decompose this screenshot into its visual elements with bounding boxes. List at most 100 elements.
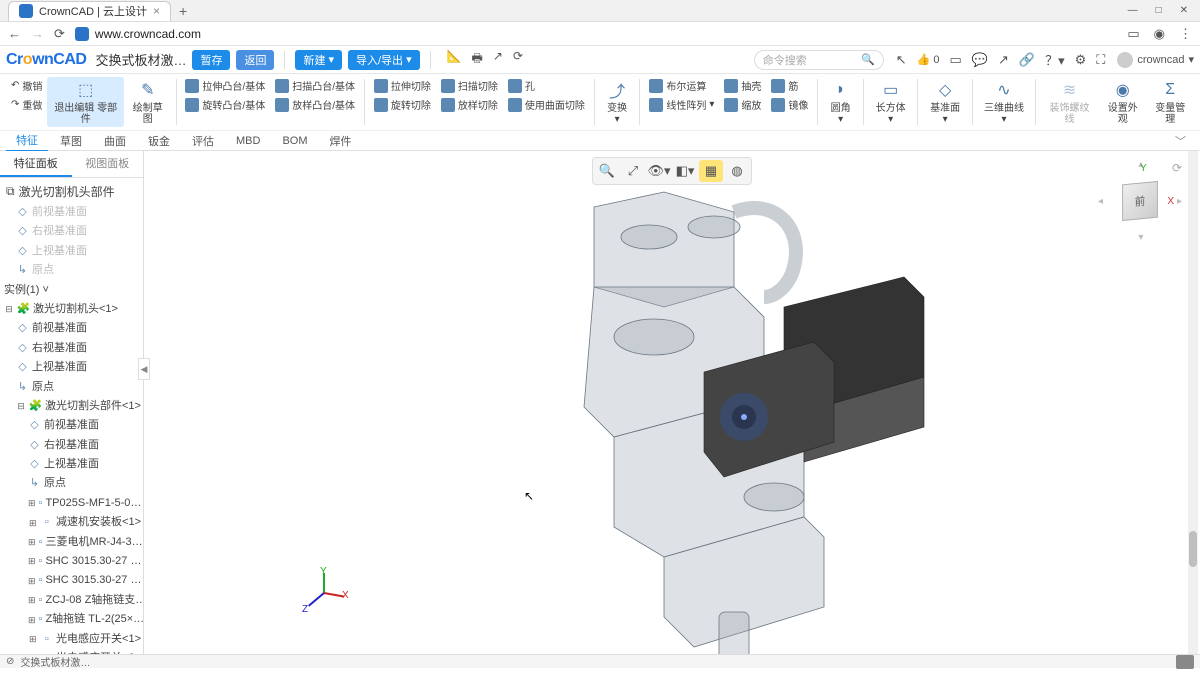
reload-icon[interactable]: ⟳: [54, 26, 65, 42]
tree-item[interactable]: ↳原点: [2, 474, 143, 493]
cube-arrow-right-icon[interactable]: ▸: [1177, 196, 1182, 207]
measure-quick-icon[interactable]: 📐: [447, 49, 462, 70]
sync-icon[interactable]: ⟳: [513, 49, 523, 70]
tab-sheetmetal[interactable]: 钣金: [138, 131, 180, 151]
fullscreen-icon[interactable]: ⛶: [1096, 52, 1105, 68]
tree-item[interactable]: ◇右视基准面: [2, 339, 143, 358]
sweep-boss-button[interactable]: 扫描凸台/基体: [273, 77, 357, 94]
link-icon[interactable]: 🔗: [1019, 52, 1035, 68]
transform-button[interactable]: ⤴ 变换 ▾: [599, 77, 636, 127]
tab-sketch[interactable]: 草图: [50, 131, 92, 151]
tab-evaluate[interactable]: 评估: [182, 131, 224, 151]
sweep-cut-button[interactable]: 扫描切除: [439, 77, 500, 94]
tree-item[interactable]: ◇右视基准面: [2, 436, 143, 455]
url-box[interactable]: www.crowncad.com: [75, 27, 201, 41]
tree-item[interactable]: ⊞▫SHC 3015.30-27 …: [2, 571, 143, 590]
nav-back-icon[interactable]: ←: [8, 26, 21, 41]
tree-item[interactable]: ⊞▫Z轴拖链 TL-2(25×…: [2, 610, 143, 629]
revolve-boss-button[interactable]: 旋转凸台/基体: [183, 96, 267, 113]
variable-manager-button[interactable]: Σ变量管理: [1147, 77, 1195, 127]
extension-icon[interactable]: ▭: [1127, 26, 1139, 42]
mirror-button[interactable]: 镜像: [769, 96, 810, 113]
tab-bom[interactable]: BOM: [272, 133, 317, 149]
tree-item[interactable]: ◇右视基准面: [2, 222, 143, 241]
tree-item-head[interactable]: ⊟🧩激光切割机头<1>: [2, 300, 143, 319]
collab-icon[interactable]: [1176, 655, 1194, 669]
tree-item[interactable]: ⊞▫三菱电机MR-J4-3…: [2, 533, 143, 552]
tree-item[interactable]: ⊞▫减速机安装板<1>: [2, 513, 143, 532]
command-search-input[interactable]: 命令搜索 🔍: [754, 50, 884, 70]
tab-surface[interactable]: 曲面: [94, 131, 136, 151]
browser-tab[interactable]: CrownCAD | 云上设计 ×: [8, 1, 171, 21]
loft-boss-button[interactable]: 放样凸台/基体: [273, 96, 357, 113]
revolve-cut-button[interactable]: 旋转切除: [372, 96, 433, 113]
hole-button[interactable]: 孔: [506, 77, 587, 94]
fillet-button[interactable]: ◗圆角 ▾: [822, 77, 859, 127]
share-icon[interactable]: ↗: [998, 52, 1009, 68]
likes-counter[interactable]: 👍 0: [917, 53, 940, 66]
profile-icon[interactable]: ◉: [1154, 26, 1165, 42]
settings-icon[interactable]: ⚙: [1075, 52, 1087, 68]
collapse-panel-button[interactable]: ◀: [138, 358, 150, 380]
appearance-button[interactable]: ◉设置外观: [1099, 77, 1147, 127]
tree-item[interactable]: ◇前视基准面: [2, 203, 143, 222]
tree-item[interactable]: ◇上视基准面: [2, 358, 143, 377]
user-menu[interactable]: crowncad ▾: [1117, 52, 1194, 68]
panel-tab-view[interactable]: 视图面板: [72, 151, 144, 177]
canvas-3d-viewport[interactable]: 🔍 ⤢ 👁▾ ◧▾ ▦ ◍: [144, 151, 1200, 654]
tree-item[interactable]: ↳原点: [2, 378, 143, 397]
datum-plane-button[interactable]: ◇基准面 ▾: [922, 77, 968, 127]
draw-sketch-button[interactable]: ✎ 绘制草图: [124, 77, 172, 127]
menu-icon[interactable]: ⋮: [1179, 26, 1192, 42]
bookmark-icon[interactable]: ▭: [950, 52, 962, 68]
boolean-button[interactable]: 布尔运算: [647, 77, 716, 94]
vertical-scrollbar[interactable]: [1188, 151, 1198, 654]
cuboid-button[interactable]: ▭长方体 ▾: [868, 77, 914, 127]
new-tab-button[interactable]: +: [179, 3, 187, 19]
exit-edit-part-button[interactable]: ⬚ 退出编辑 零部件: [47, 77, 124, 127]
undo-button[interactable]: ↶撤销: [9, 77, 44, 94]
home-view-icon[interactable]: ⟳: [1172, 161, 1182, 175]
surface-cut-button[interactable]: 使用曲面切除: [506, 96, 587, 113]
tab-weldment[interactable]: 焊件: [320, 131, 362, 151]
panel-tab-feature[interactable]: 特征面板: [0, 151, 72, 177]
save-button[interactable]: 暂存: [192, 50, 230, 70]
tab-feature[interactable]: 特征: [6, 130, 48, 152]
tree-item[interactable]: ⊞▫TP025S-MF1-5-0…: [2, 494, 143, 513]
tree-group-instances[interactable]: 实例(1) ˅: [2, 281, 143, 300]
cube-arrow-down-icon[interactable]: ▾: [1138, 232, 1143, 243]
pointer-tool-icon[interactable]: ↖: [896, 52, 907, 68]
curve-3d-button[interactable]: ∿三维曲线 ▾: [977, 77, 1031, 127]
help-icon[interactable]: ？▾: [1045, 50, 1065, 69]
collapse-toggle-icon[interactable]: ⊟: [4, 303, 14, 316]
tree-item[interactable]: ◇前视基准面: [2, 416, 143, 435]
scrollbar-thumb[interactable]: [1189, 531, 1197, 567]
redo-button[interactable]: ↷重做: [9, 96, 44, 113]
collapse-ribbon-icon[interactable]: ﹀: [1175, 133, 1186, 149]
new-menu[interactable]: 新建▾: [295, 50, 342, 70]
close-icon[interactable]: ×: [153, 4, 160, 18]
tree-root[interactable]: ⧉激光切割机头部件: [2, 180, 143, 203]
tab-mbd[interactable]: MBD: [226, 133, 270, 149]
back-button[interactable]: 返回: [236, 50, 274, 70]
tree-item[interactable]: ↳原点: [2, 261, 143, 280]
cube-arrow-left-icon[interactable]: ◂: [1098, 196, 1103, 207]
tree-item[interactable]: ⊞▫ZCJ-08 Z轴拖链支…: [2, 591, 143, 610]
linear-pattern-button[interactable]: 线性阵列 ▾: [647, 96, 716, 113]
extrude-boss-button[interactable]: 拉伸凸台/基体: [183, 77, 267, 94]
close-window-button[interactable]: ✕: [1180, 5, 1188, 16]
shell-button[interactable]: 抽壳: [722, 77, 763, 94]
print-icon[interactable]: 🖶: [472, 49, 483, 70]
chat-icon[interactable]: 💬: [972, 52, 988, 68]
view-cube[interactable]: ⟳ ▴ ▾ ◂ ▸ Y X Z 前: [1100, 161, 1180, 241]
maximize-button[interactable]: □: [1156, 5, 1162, 16]
tree-item[interactable]: ◇上视基准面: [2, 455, 143, 474]
tree-item[interactable]: ◇上视基准面: [2, 242, 143, 261]
loft-cut-button[interactable]: 放样切除: [439, 96, 500, 113]
import-export-menu[interactable]: 导入/导出▾: [348, 50, 420, 70]
cube-face[interactable]: 前: [1122, 181, 1158, 221]
collapse-toggle-icon[interactable]: ⊟: [16, 400, 26, 413]
tree-item-subasm[interactable]: ⊟🧩激光切割头部件<1>: [2, 397, 143, 416]
share-hdr-icon[interactable]: ↗: [493, 49, 503, 70]
tree-item[interactable]: ◇前视基准面: [2, 319, 143, 338]
